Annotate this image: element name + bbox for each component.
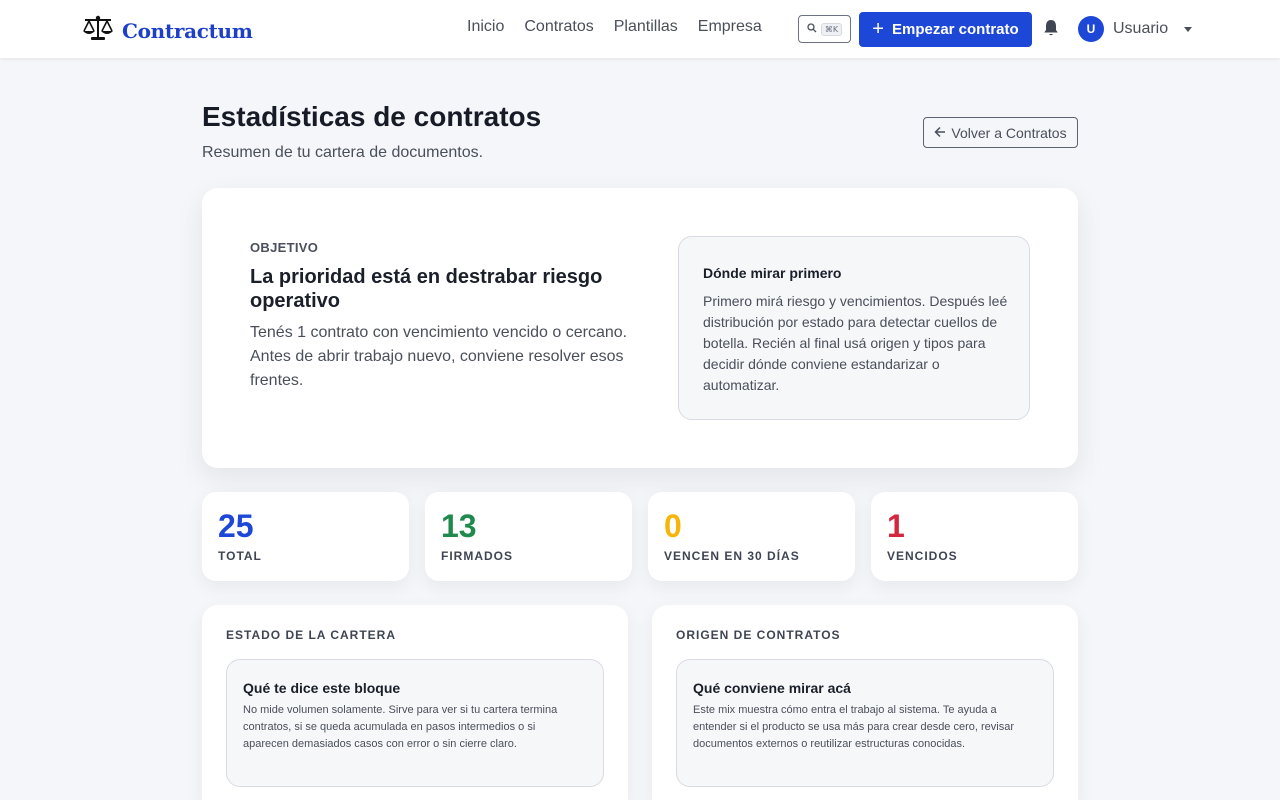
- stat-label: FIRMADOS: [441, 549, 513, 563]
- main-nav: Inicio Contratos Plantillas Empresa: [467, 18, 782, 36]
- stat-card-expired: 1 VENCIDOS: [871, 492, 1078, 581]
- nav-item-plantillas[interactable]: Plantillas: [614, 18, 678, 36]
- arrow-left-icon: [934, 125, 946, 141]
- stat-label: TOTAL: [218, 549, 262, 563]
- stat-value: 1: [887, 508, 905, 544]
- objective-eyebrow: OBJETIVO: [250, 240, 319, 255]
- tip-title: Dónde mirar primero: [703, 265, 842, 281]
- stat-value: 0: [664, 508, 682, 544]
- tip-body: Primero mirá riesgo y vencimientos. Desp…: [703, 293, 1008, 393]
- contract-origin-panel: ORIGEN DE CONTRATOS Qué conviene mirar a…: [652, 605, 1078, 800]
- stat-card-expiring: 0 VENCEN EN 30 DÍAS: [648, 492, 855, 581]
- stat-card-signed: 13 FIRMADOS: [425, 492, 632, 581]
- search-icon: [807, 20, 817, 38]
- objective-title: La prioridad está en destrabar riesgo op…: [250, 266, 603, 312]
- where-to-look-box: Dónde mirar primero Primero mirá riesgo …: [678, 236, 1030, 420]
- panel-tip-box: Qué te dice este bloque No mide volumen …: [226, 659, 604, 787]
- panel-tip-body: Este mix muestra cómo entra el trabajo a…: [693, 704, 1014, 750]
- user-menu[interactable]: U Usuario: [1078, 16, 1193, 42]
- back-label: Volver a Contratos: [951, 124, 1067, 141]
- page-subtitle: Resumen de tu cartera de documentos.: [202, 144, 484, 161]
- brand-name: Contractum: [122, 18, 253, 43]
- nav-item-contratos[interactable]: Contratos: [524, 18, 593, 36]
- panel-tip-title: Qué conviene mirar acá: [693, 680, 851, 696]
- objective-body: Tenés 1 contrato con vencimiento vencido…: [250, 324, 628, 389]
- balance-scale-icon: [82, 14, 114, 47]
- shortcut-hint: ⌘K: [820, 22, 843, 36]
- stat-label: VENCEN EN 30 DÍAS: [664, 549, 800, 563]
- bell-icon[interactable]: [1043, 19, 1059, 42]
- user-name: Usuario: [1113, 20, 1169, 37]
- brand-logo[interactable]: Contractum: [82, 14, 253, 47]
- page-title: Estadísticas de contratos: [202, 101, 542, 132]
- stat-card-total: 25 TOTAL: [202, 492, 409, 581]
- back-to-contracts-button[interactable]: Volver a Contratos: [923, 117, 1078, 148]
- top-navbar: Contractum Inicio Contratos Plantillas E…: [0, 0, 1280, 58]
- plus-icon: +: [872, 17, 884, 40]
- nav-item-empresa[interactable]: Empresa: [698, 18, 762, 36]
- start-contract-label: Empezar contrato: [891, 21, 1019, 38]
- search-button[interactable]: ⌘K: [798, 15, 851, 43]
- avatar: U: [1078, 16, 1104, 42]
- caret-down-icon: [1184, 26, 1193, 32]
- start-contract-button[interactable]: + Empezar contrato: [859, 12, 1032, 47]
- stat-value: 25: [218, 508, 254, 544]
- panel-heading: ORIGEN DE CONTRATOS: [676, 628, 841, 642]
- panel-heading: ESTADO DE LA CARTERA: [226, 628, 396, 642]
- panel-tip-title: Qué te dice este bloque: [243, 680, 401, 696]
- panel-tip-body: No mide volumen solamente. Sirve para ve…: [243, 704, 558, 750]
- panel-tip-box: Qué conviene mirar acá Este mix muestra …: [676, 659, 1054, 787]
- portfolio-status-panel: ESTADO DE LA CARTERA Qué te dice este bl…: [202, 605, 628, 800]
- stat-label: VENCIDOS: [887, 549, 958, 563]
- stat-value: 13: [441, 508, 477, 544]
- nav-item-inicio[interactable]: Inicio: [467, 18, 504, 36]
- objective-card: OBJETIVO La prioridad está en destrabar …: [202, 188, 1078, 468]
